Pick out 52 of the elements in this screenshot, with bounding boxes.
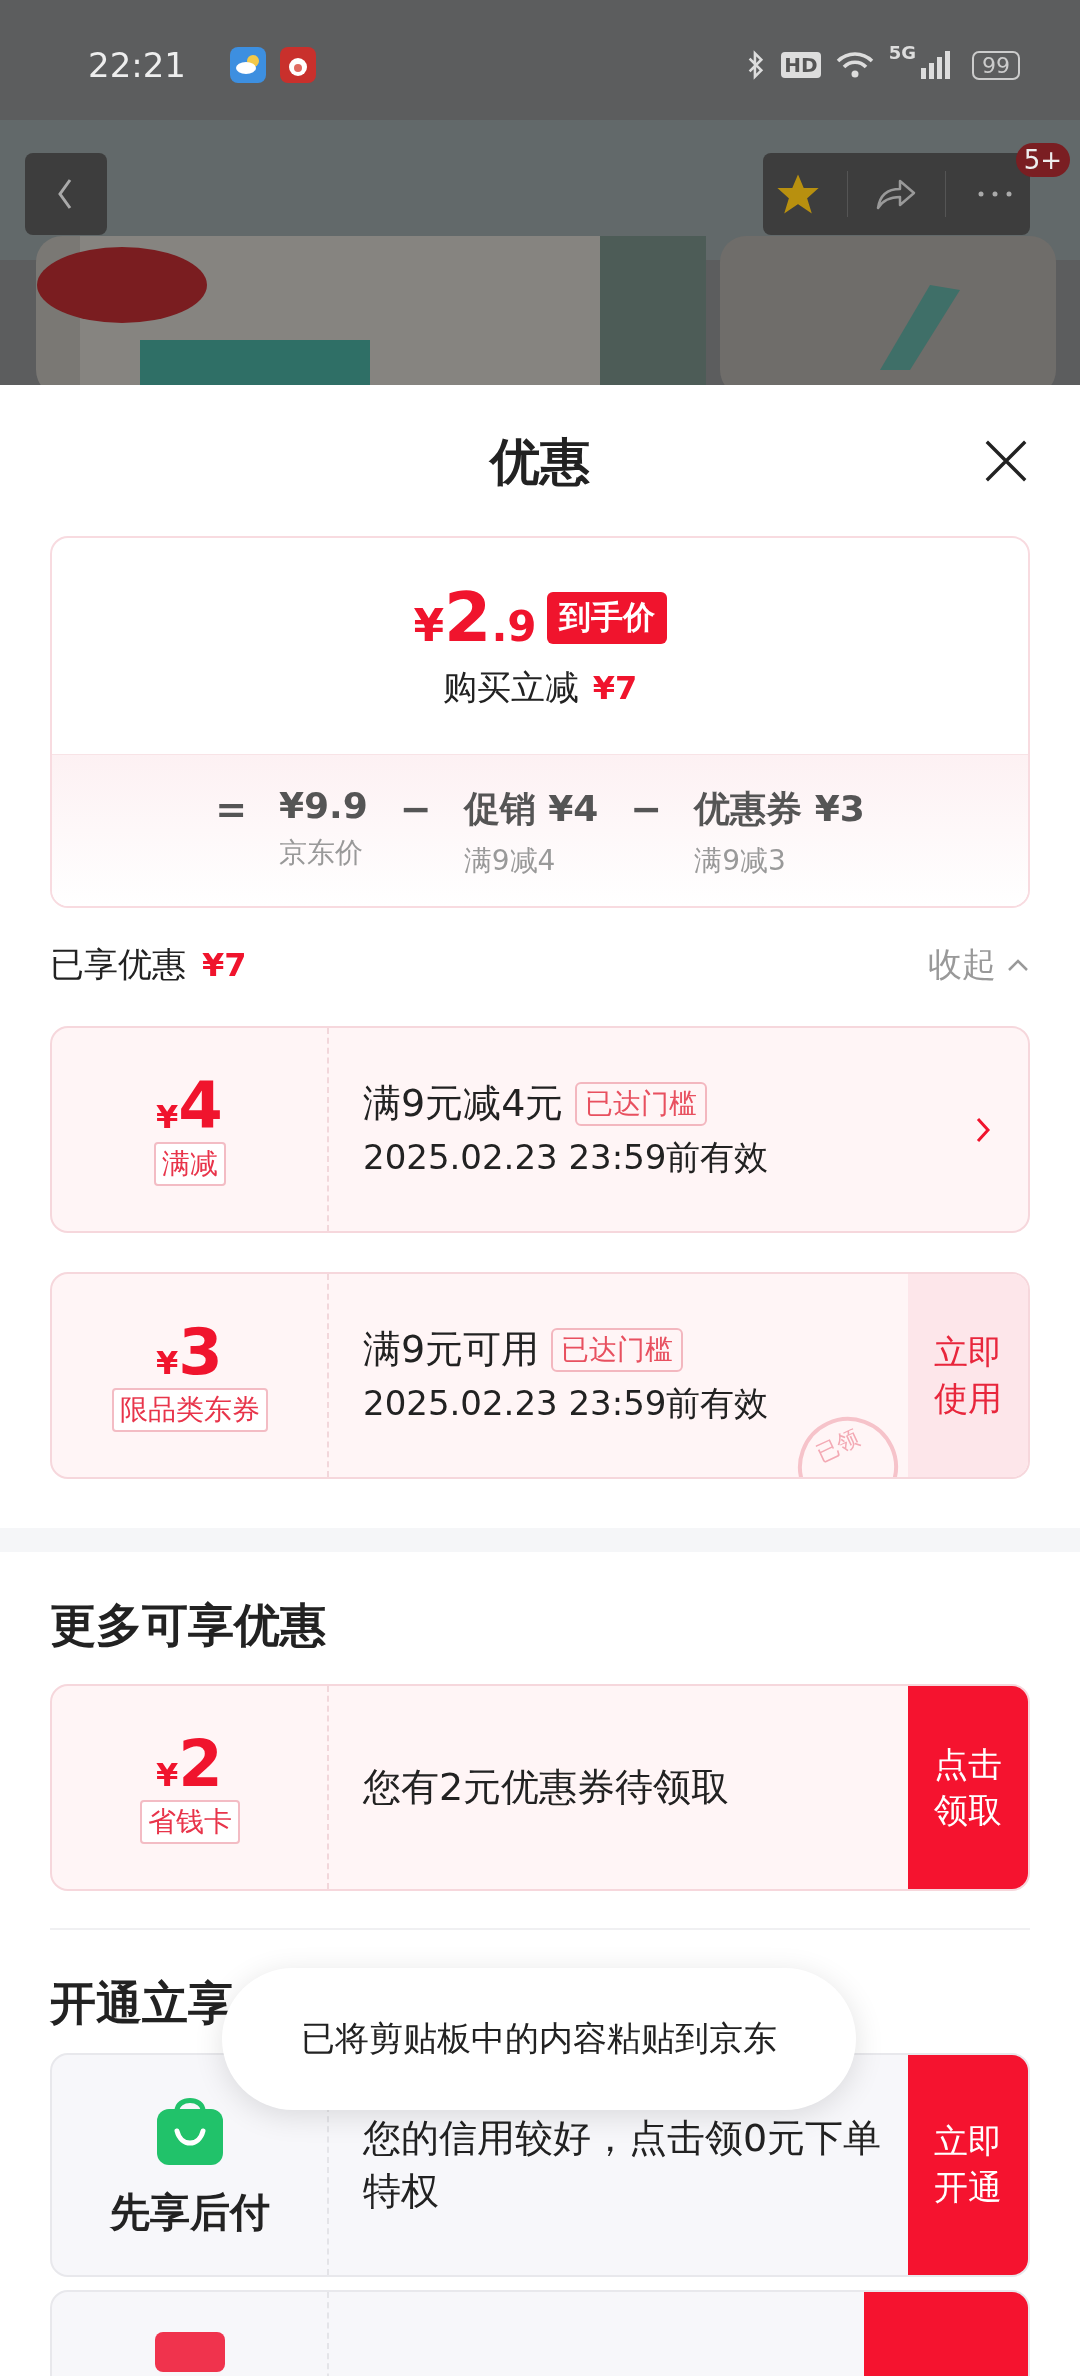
total-discount: ¥7	[202, 946, 247, 984]
battery-indicator: 99	[972, 50, 1020, 80]
coupon-action-button[interactable]: 点击领取	[908, 1686, 1028, 1889]
coupon-title: 满9元可用	[363, 1326, 540, 1373]
coupon-title: 满9元减4元	[363, 1080, 564, 1127]
stamp-text: 已领	[813, 1426, 863, 1466]
coupon-amount: 3	[178, 1319, 223, 1384]
coupon-action-button[interactable]: 立即开通	[908, 2055, 1028, 2275]
breakdown-label: 京东价	[279, 835, 364, 871]
operator-sign: −	[630, 787, 663, 831]
star-icon[interactable]	[776, 174, 821, 214]
notification-badge: 5+	[1015, 143, 1070, 177]
threshold-badge: 已达门槛	[575, 1081, 708, 1126]
breakdown-label: 满9减4	[463, 843, 557, 879]
operator-sign: =	[215, 787, 247, 831]
network-type: 5G	[888, 42, 916, 63]
service-description: 您的信用较好，点击领0元下单特权	[363, 2114, 883, 2215]
final-price-tag: 到手价	[546, 591, 667, 644]
sheet-title: 优惠	[490, 432, 590, 493]
hd-indicator: HD	[781, 52, 821, 78]
section-title: 已享优惠	[50, 943, 186, 986]
currency-symbol: ¥	[156, 1097, 179, 1136]
threshold-badge: 已达门槛	[551, 1327, 684, 1372]
final-price: ¥2.9	[413, 578, 537, 657]
signal-icon	[920, 50, 950, 80]
coupon-amount: 2	[178, 1731, 223, 1796]
weather-icon	[230, 47, 266, 83]
breakdown-value: ¥9.9	[279, 785, 368, 826]
breakdown-label: 满9减3	[694, 843, 787, 879]
collapse-toggle[interactable]: 收起	[928, 942, 1030, 988]
app-icon	[280, 47, 316, 83]
clock: 22:21	[88, 45, 186, 85]
section-title: 更多可享优惠	[50, 1600, 327, 1650]
service-name: 先享后付	[109, 2187, 270, 2237]
breakdown-value: 优惠券 ¥3	[694, 787, 865, 831]
breakdown-value: 促销 ¥4	[463, 787, 599, 831]
saving-label: 购买立减	[442, 666, 579, 709]
coupon-type-tag: 省钱卡	[139, 1799, 240, 1844]
saving-amount: ¥7	[592, 669, 638, 707]
coupon-amount: 4	[178, 1073, 223, 1138]
coupon-type-tag: 限品类东券	[111, 1387, 268, 1432]
currency-symbol: ¥	[156, 1755, 179, 1794]
coupon-type-tag: 满减	[153, 1141, 226, 1186]
operator-sign: −	[399, 787, 432, 831]
back-button[interactable]	[25, 153, 107, 235]
caret-icon	[1006, 957, 1030, 973]
coupon-title: 您有2元优惠券待领取	[363, 1764, 730, 1811]
wifi-icon	[834, 50, 875, 80]
validity-text: 2025.02.23 23:59前有效	[363, 1136, 770, 1179]
coupon-action-button[interactable]: 立即使用	[908, 1274, 1028, 1477]
validity-text: 2025.02.23 23:59前有效	[363, 1382, 770, 1425]
currency-symbol: ¥	[156, 1343, 179, 1382]
